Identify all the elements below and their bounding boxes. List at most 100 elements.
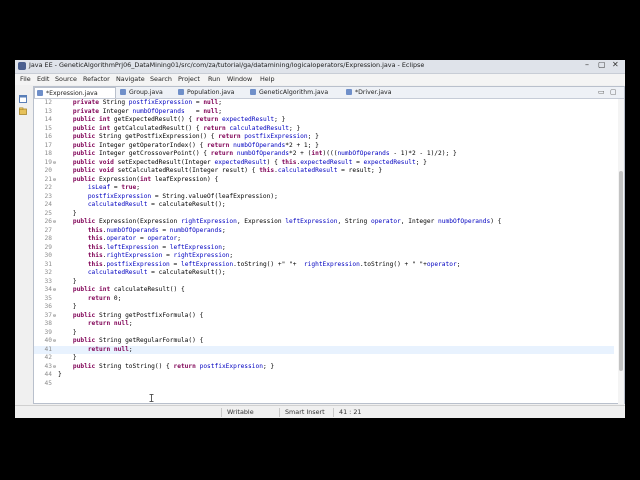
menu-run[interactable]: Run (208, 75, 220, 83)
code-area[interactable]: 12 private String postfixExpression = nu… (34, 99, 614, 404)
code-text[interactable]: } (58, 354, 77, 363)
code-line[interactable]: 35 return 0; (34, 295, 614, 304)
code-line[interactable]: 23 postfixExpression = String.valueOf(le… (34, 193, 614, 202)
code-text[interactable]: public String getPostfixExpression() { r… (58, 133, 319, 142)
status-insert-mode[interactable]: Smart Insert (285, 408, 325, 416)
fold-toggle-icon[interactable]: ⊖ (53, 337, 56, 346)
tab-group-java[interactable]: Group.java (118, 87, 174, 98)
code-text[interactable]: } (58, 278, 77, 287)
status-cursor-position[interactable]: 41 : 21 (339, 408, 361, 416)
scrollbar-thumb[interactable] (619, 171, 623, 371)
minimize-button[interactable]: – (585, 60, 589, 69)
menu-window[interactable]: Window (227, 75, 252, 83)
code-line[interactable]: 36 } (34, 303, 614, 312)
code-line[interactable]: 17 public Integer getOperatorIndex() { r… (34, 142, 614, 151)
code-text[interactable]: } (58, 210, 77, 219)
code-text[interactable]: public Expression(Expression rightExpres… (58, 218, 501, 227)
code-text[interactable]: } (58, 371, 62, 380)
code-line[interactable]: 29 this.leftExpression = leftExpression; (34, 244, 614, 253)
code-text[interactable]: } (58, 329, 77, 338)
code-text[interactable]: public String toString() { return postfi… (58, 363, 274, 372)
menu-help[interactable]: Help (260, 75, 275, 83)
code-text[interactable]: private Integer numbOfOperands = null; (58, 108, 222, 117)
menu-project[interactable]: Project (178, 75, 200, 83)
minimize-editor-icon[interactable]: ▭ (598, 88, 605, 96)
code-text[interactable]: } (58, 303, 77, 312)
code-line[interactable]: 18 public Integer getCrossoverPoint() { … (34, 150, 614, 159)
code-line[interactable]: 31 this.postfixExpression = leftExpressi… (34, 261, 614, 270)
code-line[interactable]: 40 ⊖ public String getRegularFormula() { (34, 337, 614, 346)
menu-source[interactable]: Source (55, 75, 77, 83)
code-text[interactable]: public int getCalculatedResult() { retur… (58, 125, 300, 134)
code-text[interactable]: public void setCalculatedResult(Integer … (58, 167, 382, 176)
code-text[interactable]: public int getExpectedResult() { return … (58, 116, 285, 125)
code-text[interactable]: this.operator = operator; (58, 235, 181, 244)
code-line[interactable]: 19 ⊖ public void setExpectedResult(Intege… (34, 159, 614, 168)
code-text[interactable]: isLeaf = true; (58, 184, 140, 193)
code-text[interactable]: public void setExpectedResult(Integer ex… (58, 159, 427, 168)
menu-edit[interactable]: Edit (37, 75, 49, 83)
code-line[interactable]: 30 this.rightExpression = rightExpressio… (34, 252, 614, 261)
code-text[interactable]: public Integer getOperatorIndex() { retu… (58, 142, 319, 151)
code-text[interactable]: public int calculateResult() { (58, 286, 185, 295)
menu-refactor[interactable]: Refactor (83, 75, 110, 83)
code-text[interactable]: calculatedResult = calculateResult(); (58, 269, 226, 278)
code-text[interactable]: return null; (58, 346, 133, 355)
code-text[interactable]: this.rightExpression = rightExpression; (58, 252, 233, 261)
code-line[interactable]: 20 public void setCalculatedResult(Integ… (34, 167, 614, 176)
code-text[interactable]: public Expression(int leafExpression) { (58, 176, 218, 185)
code-line[interactable]: 39 } (34, 329, 614, 338)
code-line[interactable]: 15 public int getCalculatedResult() { re… (34, 125, 614, 134)
code-text[interactable]: return null; (58, 320, 133, 329)
fold-toggle-icon[interactable]: ⊖ (53, 312, 56, 321)
code-line[interactable]: 43 ⊖ public String toString() { return po… (34, 363, 614, 372)
code-line[interactable]: 32 calculatedResult = calculateResult(); (34, 269, 614, 278)
code-line[interactable]: 42 } (34, 354, 614, 363)
code-line[interactable]: 33 } (34, 278, 614, 287)
menu-file[interactable]: File (20, 75, 31, 83)
code-line[interactable]: 38 return null; (34, 320, 614, 329)
fold-toggle-icon[interactable]: ⊖ (53, 286, 56, 295)
code-text[interactable]: this.postfixExpression = leftExpression.… (58, 261, 461, 270)
restore-icon[interactable] (19, 95, 27, 103)
vertical-scrollbar[interactable] (618, 99, 624, 404)
package-icon[interactable] (19, 107, 27, 115)
tab-expression-java[interactable]: *Expression.java (34, 87, 116, 98)
fold-toggle-icon[interactable]: ⊖ (53, 218, 56, 227)
code-line[interactable]: 22 isLeaf = true; (34, 184, 614, 193)
maximize-button[interactable]: ▢ (598, 60, 606, 69)
code-line[interactable]: 25 } (34, 210, 614, 219)
fold-toggle-icon[interactable]: ⊖ (53, 159, 56, 168)
code-line[interactable]: 27 this.numbOfOperands = numbOfOperands; (34, 227, 614, 236)
fold-toggle-icon[interactable]: ⊖ (53, 363, 56, 372)
code-text[interactable]: this.leftExpression = leftExpression; (58, 244, 226, 253)
code-line[interactable]: 45 (34, 380, 614, 389)
close-button[interactable]: ✕ (612, 60, 619, 69)
menu-search[interactable]: Search (150, 75, 172, 83)
code-line[interactable]: 44} (34, 371, 614, 380)
code-text[interactable]: this.numbOfOperands = numbOfOperands; (58, 227, 226, 236)
tab-driver-java[interactable]: *Driver.java (344, 87, 402, 98)
code-text[interactable]: public String getPostfixFormula() { (58, 312, 203, 321)
code-line[interactable]: 16 public String getPostfixExpression() … (34, 133, 614, 142)
code-text[interactable]: public Integer getCrossoverPoint() { ret… (58, 150, 457, 159)
code-text[interactable]: public String getRegularFormula() { (58, 337, 203, 346)
code-line[interactable]: 34 ⊖ public int calculateResult() { (34, 286, 614, 295)
tab-population-java[interactable]: Population.java (176, 87, 246, 98)
code-line[interactable]: 28 this.operator = operator; (34, 235, 614, 244)
code-line[interactable]: 37 ⊖ public String getPostfixFormula() { (34, 312, 614, 321)
fold-toggle-icon[interactable]: ⊖ (53, 176, 56, 185)
code-text[interactable]: calculatedResult = calculateResult(); (58, 201, 226, 210)
menu-navigate[interactable]: Navigate (116, 75, 145, 83)
code-text[interactable]: return 0; (58, 295, 122, 304)
maximize-editor-icon[interactable]: ▢ (610, 88, 617, 96)
code-line[interactable]: 41 return null; (34, 345, 614, 355)
code-line[interactable]: 26 ⊖ public Expression(Expression rightEx… (34, 218, 614, 227)
code-line[interactable]: 14 public int getExpectedResult() { retu… (34, 116, 614, 125)
code-line[interactable]: 24 calculatedResult = calculateResult(); (34, 201, 614, 210)
code-text[interactable]: postfixExpression = String.valueOf(leafE… (58, 193, 278, 202)
code-line[interactable]: 12 private String postfixExpression = nu… (34, 99, 614, 108)
code-line[interactable]: 13 private Integer numbOfOperands = null… (34, 108, 614, 117)
code-text[interactable]: private String postfixExpression = null; (58, 99, 222, 108)
code-line[interactable]: 21 ⊖ public Expression(int leafExpression… (34, 176, 614, 185)
